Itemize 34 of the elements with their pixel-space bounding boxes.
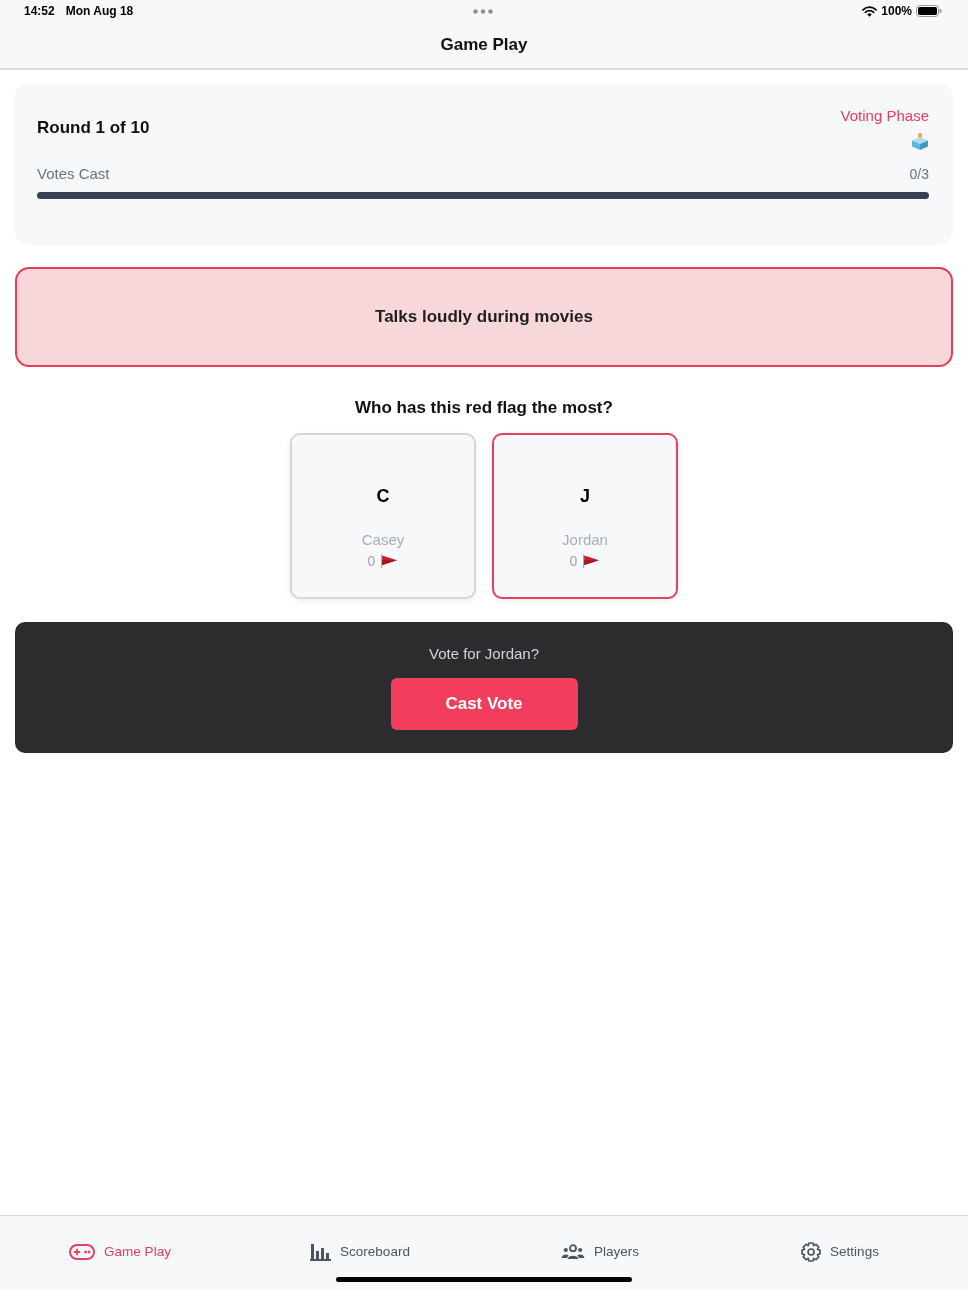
status-date: Mon Aug 18 [65, 4, 134, 18]
player-name: Casey [361, 530, 405, 550]
player-initial: J [580, 485, 590, 507]
tab-item[interactable]: Scoreboard [310, 1242, 410, 1262]
votes-count: 0/3 [909, 165, 929, 183]
player-initial: C [376, 485, 390, 507]
nav-title: Game Play [440, 35, 528, 55]
vote-prompt: Vote for Jordan? [428, 644, 540, 664]
flag-count: 0 [367, 552, 376, 570]
question-text: Who has this red flag the most? [355, 398, 613, 418]
player-card[interactable]: J Jordan 0 [492, 433, 678, 599]
game-controller-icon [69, 1244, 96, 1260]
tab-item[interactable]: Settings [801, 1242, 879, 1262]
statement-text: Talks loudly during movies [375, 307, 593, 327]
settings-icon [801, 1242, 822, 1262]
player-name: Jordan [562, 530, 608, 550]
status-time: 14:52 [24, 4, 55, 18]
round-title: Round 1 of 10 [37, 118, 150, 138]
ballot-box-icon [911, 132, 929, 150]
flag-icon [582, 554, 601, 568]
flag-count: 0 [569, 552, 578, 570]
player-card[interactable]: C Casey 0 [290, 433, 476, 599]
tab-item[interactable]: Players [561, 1242, 639, 1262]
cast-vote-button[interactable]: Cast Vote [390, 678, 578, 730]
more-dots-icon [473, 8, 493, 14]
phase-label: Voting Phase [840, 106, 929, 126]
people-icon [561, 1244, 585, 1260]
battery-icon [916, 5, 942, 17]
flag-icon [380, 554, 399, 568]
bar-chart-icon [310, 1243, 332, 1261]
wifi-icon [862, 5, 878, 17]
battery-percent: 100% [881, 4, 912, 18]
tab-item[interactable]: Game Play [69, 1242, 171, 1262]
votes-label: Votes Cast [37, 165, 110, 183]
